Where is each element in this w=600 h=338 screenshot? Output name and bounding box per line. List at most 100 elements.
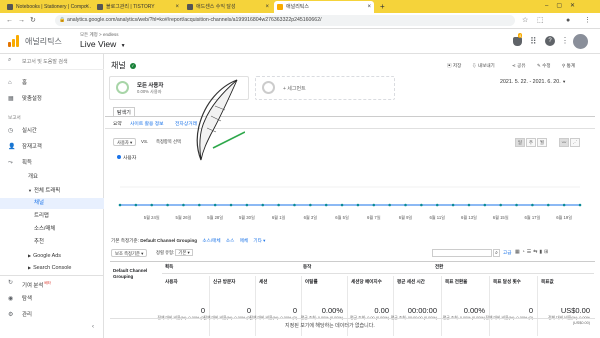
data-point[interactable] — [435, 203, 439, 207]
close-icon[interactable]: × — [85, 1, 89, 13]
table-col-users[interactable]: 사용자0전체 대비 비율(%): 0.00% (0) — [157, 276, 210, 336]
data-point[interactable] — [293, 203, 296, 207]
sidebar-item-audience[interactable]: 👤 잠재고객 — [0, 142, 104, 153]
save-button[interactable]: ▣ 저장 — [447, 63, 461, 69]
url-input[interactable]: 🔒 analytics.google.com/analytics/web/?hl… — [55, 15, 515, 26]
sidebar-item-all-traffic[interactable]: ▼ 전체 트래픽 — [0, 185, 104, 196]
data-point[interactable] — [118, 203, 122, 207]
data-point[interactable] — [451, 203, 455, 207]
insights-button[interactable]: ⚲ 통계 — [562, 63, 575, 69]
close-icon[interactable]: × — [175, 1, 179, 13]
period-week-button[interactable]: 주 — [526, 138, 536, 147]
more-vert-icon[interactable]: ⋮ — [561, 36, 569, 45]
date-range-picker[interactable]: 2021. 5. 22. - 2021. 6. 20. ▼ — [500, 79, 566, 85]
data-point[interactable] — [578, 203, 582, 207]
sidebar-item-explore[interactable]: ◉ 탐색 — [0, 294, 104, 305]
help-icon[interactable]: ? — [545, 36, 555, 46]
sidebar-search[interactable]: ⌕ 보고서 및 도움말 검색 — [0, 54, 104, 70]
sidebar-item-channels[interactable]: 채널 — [0, 198, 104, 209]
data-point[interactable] — [213, 203, 217, 207]
secondary-dimension-button[interactable]: 보조 측정기준 ▾ — [111, 249, 148, 257]
dimension-other[interactable]: 기타 ▾ — [253, 238, 265, 243]
sidebar-item-google-ads[interactable]: ▶ Google Ads — [0, 250, 104, 261]
subtab-site-usage[interactable]: 사이트 활용 정보 — [130, 120, 164, 127]
browser-tab[interactable]: Notebooks | Stationery | Compo... × — [4, 1, 92, 13]
data-point[interactable] — [515, 203, 518, 207]
sidebar-item-treemaps[interactable]: 트리맵 — [0, 211, 104, 222]
sidebar-item-referrals[interactable]: 추천 — [0, 237, 104, 248]
new-tab-icon[interactable]: + — [380, 1, 385, 12]
data-point[interactable] — [182, 203, 185, 207]
data-point[interactable] — [467, 203, 471, 207]
extension-icon[interactable]: ⬚ — [537, 16, 544, 25]
browser-tab-active[interactable]: 애널리틱스 × — [274, 1, 374, 13]
data-point[interactable] — [134, 203, 138, 207]
edit-button[interactable]: ✎ 수정 — [537, 63, 551, 69]
sidebar-item-search-console[interactable]: ▶ Search Console — [0, 262, 104, 273]
add-segment[interactable]: + 세그먼트 — [255, 76, 395, 100]
sort-type-select[interactable]: 정렬 유형: 기본 ▾ — [153, 249, 196, 257]
view-selector[interactable]: Live View ▼ — [80, 39, 126, 49]
data-point[interactable] — [356, 203, 360, 207]
dimension-source[interactable]: 소스 — [226, 238, 234, 243]
data-point[interactable] — [388, 203, 391, 207]
search-icon[interactable]: ⌕ — [493, 249, 500, 257]
compare-metric-select[interactable]: 측정항목 선택 — [153, 138, 184, 146]
sidebar-item-attribution[interactable]: ↻ 기여 분석베타 — [0, 278, 104, 289]
apps-grid-icon[interactable]: ⠿ — [530, 36, 537, 47]
table-col-goal-value[interactable]: 목표값US$0.00전체 대비 비율(%): 0.00% (US$0.00) — [538, 276, 594, 336]
sidebar-item-home[interactable]: ⌂ 홈 — [0, 78, 104, 89]
notifications-icon[interactable]: 4 — [513, 33, 523, 46]
period-day-button[interactable]: 일 — [515, 138, 525, 147]
sidebar-item-customization[interactable]: ▦ 맞춤설정 — [0, 94, 104, 105]
table-dimension-header[interactable]: Default Channel Grouping — [113, 268, 153, 280]
share-button[interactable]: ⋖ 공유 — [512, 63, 526, 69]
sidebar-item-overview[interactable]: 개요 — [0, 172, 104, 183]
line-chart-icon[interactable]: 〰 — [559, 138, 569, 147]
reload-icon[interactable]: ↻ — [30, 16, 36, 25]
table-col-avg-session-duration[interactable]: 평균 세션 시간00:00:00평균 조회: 00:00:00 (0.00%) — [391, 276, 442, 336]
data-point[interactable] — [229, 203, 233, 207]
menu-icon[interactable]: ⋮ — [584, 16, 591, 25]
data-point[interactable] — [562, 203, 566, 207]
table-col-goal-completions[interactable]: 목표 달성 횟수0전체 대비 비율(%): 0.00% (0) — [485, 276, 538, 336]
data-point[interactable] — [420, 203, 423, 207]
table-search-input[interactable] — [432, 249, 492, 257]
profile-icon[interactable]: ● — [566, 16, 570, 25]
table-col-goal-conversion[interactable]: 목표 전환율0.00%평균 조회: 0.00% (0.00%) — [442, 276, 490, 336]
data-point[interactable] — [483, 203, 487, 207]
browser-tab[interactable]: 애드센스 수익 달성 × — [184, 1, 272, 13]
close-icon[interactable]: × — [367, 1, 371, 13]
data-point[interactable] — [404, 203, 407, 207]
data-point[interactable] — [245, 203, 249, 207]
data-point[interactable] — [166, 203, 169, 207]
avatar[interactable] — [573, 34, 588, 49]
account-breadcrumb[interactable]: 모든 계정 > endless — [80, 32, 118, 38]
table-view-icons[interactable]: ▦◔☰⇆▮⊞ — [515, 249, 550, 255]
motion-chart-icon[interactable]: ⋰ — [570, 138, 580, 147]
search-input[interactable]: 보고서 및 도움말 검색 — [22, 58, 68, 65]
subtab-summary[interactable]: 요약 — [113, 120, 122, 127]
sidebar-item-source-medium[interactable]: 소스/매체 — [0, 224, 104, 235]
data-point[interactable] — [324, 203, 328, 207]
data-point[interactable] — [531, 203, 534, 207]
dimension-default-channel[interactable]: Default Channel Grouping — [140, 238, 197, 243]
data-point[interactable] — [150, 203, 154, 207]
collapse-sidebar-icon[interactable]: ‹ — [92, 324, 94, 330]
back-icon[interactable]: ← — [6, 16, 13, 25]
period-month-button[interactable]: 월 — [537, 138, 547, 147]
metric-select[interactable]: 사용자 ▾ — [113, 138, 137, 146]
data-point[interactable] — [277, 203, 280, 207]
sidebar-item-acquisition[interactable]: ⤳ 획득 — [0, 158, 104, 169]
dimension-medium[interactable]: 매체 — [240, 238, 248, 243]
data-point[interactable] — [309, 203, 312, 207]
close-icon[interactable]: × — [265, 1, 269, 13]
data-point[interactable] — [340, 203, 344, 207]
data-point[interactable] — [261, 203, 265, 207]
dimension-source-medium[interactable]: 소스/매체 — [202, 238, 220, 243]
advanced-filter-link[interactable]: 고급 — [503, 250, 511, 256]
forward-icon[interactable]: → — [18, 16, 25, 25]
browser-tab[interactable]: 블로그관리 | TISTORY × — [94, 1, 182, 13]
data-point[interactable] — [372, 203, 376, 207]
data-point[interactable] — [198, 203, 201, 207]
